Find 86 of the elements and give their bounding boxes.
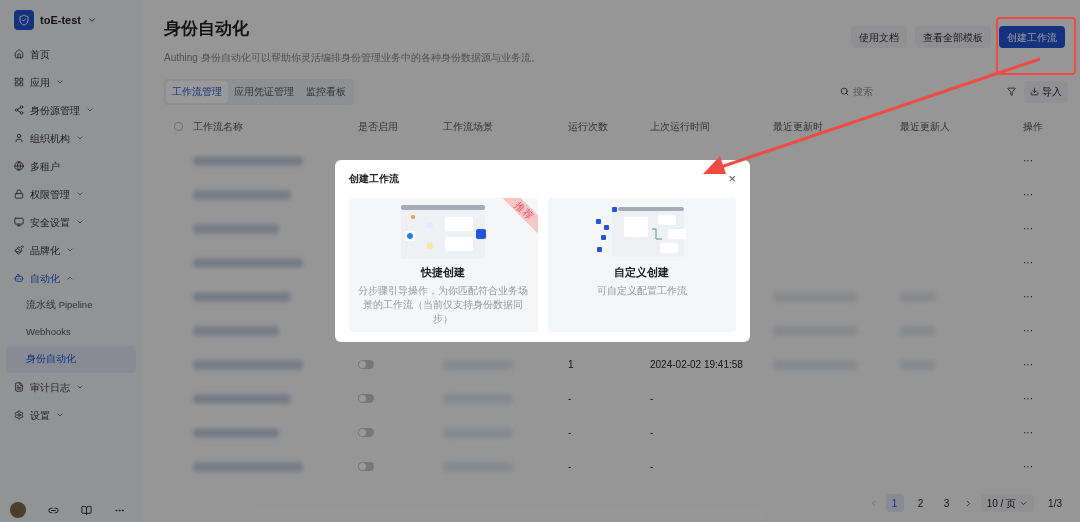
column-header: 工作流名称 xyxy=(193,120,243,132)
gear-icon xyxy=(14,410,24,420)
header-button[interactable]: 使用文档 xyxy=(851,26,907,48)
book-icon[interactable] xyxy=(81,504,92,516)
option-card[interactable]: 自定义创建 可自定义配置工作流 xyxy=(547,198,736,332)
header-button[interactable]: 查看全部模板 xyxy=(915,26,991,48)
page-button[interactable]: 1 xyxy=(885,494,904,512)
download-icon xyxy=(1030,87,1039,96)
run-count: - xyxy=(568,393,572,404)
last-run-time: - xyxy=(650,461,654,472)
page-button[interactable]: 2 xyxy=(911,494,930,512)
create-button[interactable]: 创建工作流 xyxy=(999,26,1065,48)
more-actions[interactable]: ··· xyxy=(1023,359,1033,370)
more-actions[interactable]: ··· xyxy=(1023,257,1033,268)
sidebar-subitem[interactable]: 身份自动化 xyxy=(6,346,136,373)
filter-icon[interactable] xyxy=(1007,87,1016,96)
toggle-switch[interactable] xyxy=(358,428,374,437)
search-icon xyxy=(840,87,849,96)
checkbox[interactable] xyxy=(174,121,183,131)
run-count: - xyxy=(568,427,572,438)
monitor-icon xyxy=(14,217,24,227)
tab[interactable]: 监控看板 xyxy=(300,80,352,103)
column-header: 最近更新时 xyxy=(773,120,823,132)
caret-icon[interactable] xyxy=(86,15,97,25)
sidebar-item[interactable]: 品牌化 xyxy=(6,236,136,264)
last-run-time: - xyxy=(650,393,654,404)
avatar[interactable] xyxy=(10,502,26,518)
close-button[interactable]: × xyxy=(728,171,736,185)
last-run-time: 2024-02-02 19:41:58 xyxy=(650,359,743,370)
sidebar-item[interactable]: 自动化 xyxy=(6,264,136,292)
run-count: 1 xyxy=(568,359,574,370)
sidebar-item[interactable]: 首页 xyxy=(6,40,136,68)
more-actions[interactable]: ··· xyxy=(1023,325,1033,336)
option-title: 自定义创建 xyxy=(614,265,670,280)
column-header: 工作流场景 xyxy=(443,120,493,132)
column-header: 上次运行时间 xyxy=(650,120,710,132)
search-field[interactable]: 搜索 xyxy=(853,84,973,99)
tab[interactable]: 工作流管理 xyxy=(166,80,228,103)
grid-icon xyxy=(14,77,24,87)
document-icon xyxy=(14,382,24,392)
sidebar-item[interactable]: 设置 xyxy=(6,401,136,429)
toggle-switch[interactable] xyxy=(358,394,374,403)
page-summary: 1/3 xyxy=(1048,496,1062,511)
home-icon xyxy=(14,49,24,59)
sidebar-item[interactable]: 权限管理 xyxy=(6,180,136,208)
last-run-time: - xyxy=(650,427,654,438)
shield-logo-icon xyxy=(14,10,34,30)
dialog-title: 创建工作流 xyxy=(349,171,399,186)
more-actions[interactable]: ··· xyxy=(1023,461,1033,472)
more-actions[interactable]: ··· xyxy=(1023,155,1033,166)
brush-icon xyxy=(14,245,24,255)
workspace-name[interactable]: toE-test xyxy=(40,11,81,29)
column-header: 最近更新人 xyxy=(900,120,950,132)
share-icon xyxy=(14,105,24,115)
globe-icon xyxy=(14,161,24,171)
toggle-switch[interactable] xyxy=(358,360,374,369)
import-button[interactable]: 导入 xyxy=(1024,80,1068,103)
toggle-switch[interactable] xyxy=(358,462,374,471)
column-header: 运行次数 xyxy=(568,120,608,132)
run-count: - xyxy=(568,461,572,472)
tab[interactable]: 应用凭证管理 xyxy=(228,80,300,103)
sidebar-item[interactable]: 多租户 xyxy=(6,152,136,180)
sidebar-item[interactable]: 应用 xyxy=(6,68,136,96)
option-description: 分步骤引导操作，为你匹配符合业务场景的工作流（当前仅支持身份数据同步） xyxy=(357,283,530,326)
more-actions[interactable]: ··· xyxy=(1023,291,1033,302)
page-button[interactable]: 3 xyxy=(937,494,956,512)
robot-icon xyxy=(14,273,24,283)
page-size-select[interactable]: 10 / 页 xyxy=(980,494,1035,512)
more-actions[interactable]: ··· xyxy=(1023,223,1033,234)
page-title: 身份自动化 xyxy=(164,18,250,40)
sidebar-subitem[interactable]: Webhooks xyxy=(6,319,136,346)
column-header: 是否启用 xyxy=(358,120,398,132)
option-description: 可自定义配置工作流 xyxy=(595,283,688,298)
sidebar-item[interactable]: 组织机构 xyxy=(6,124,136,152)
person-icon xyxy=(14,133,24,143)
sidebar-subitem[interactable]: 流水线 Pipeline xyxy=(6,292,136,319)
option-title: 快捷创建 xyxy=(421,265,466,280)
column-header: 操作 xyxy=(1023,120,1043,132)
sidebar-item[interactable]: 身份源管理 xyxy=(6,96,136,124)
sidebar-item[interactable]: 审计日志 xyxy=(6,373,136,401)
more-actions[interactable]: ··· xyxy=(1023,427,1033,438)
more-actions[interactable]: ··· xyxy=(1023,189,1033,200)
sidebar-item[interactable]: 安全设置 xyxy=(6,208,136,236)
lock-icon xyxy=(14,189,24,199)
option-card[interactable]: 推荐 快捷创建 分步骤引导操作，为你匹配符合业务场景的工作流（当前仅支持身份数据同步） xyxy=(349,198,538,332)
more-actions[interactable]: ··· xyxy=(1023,393,1033,404)
